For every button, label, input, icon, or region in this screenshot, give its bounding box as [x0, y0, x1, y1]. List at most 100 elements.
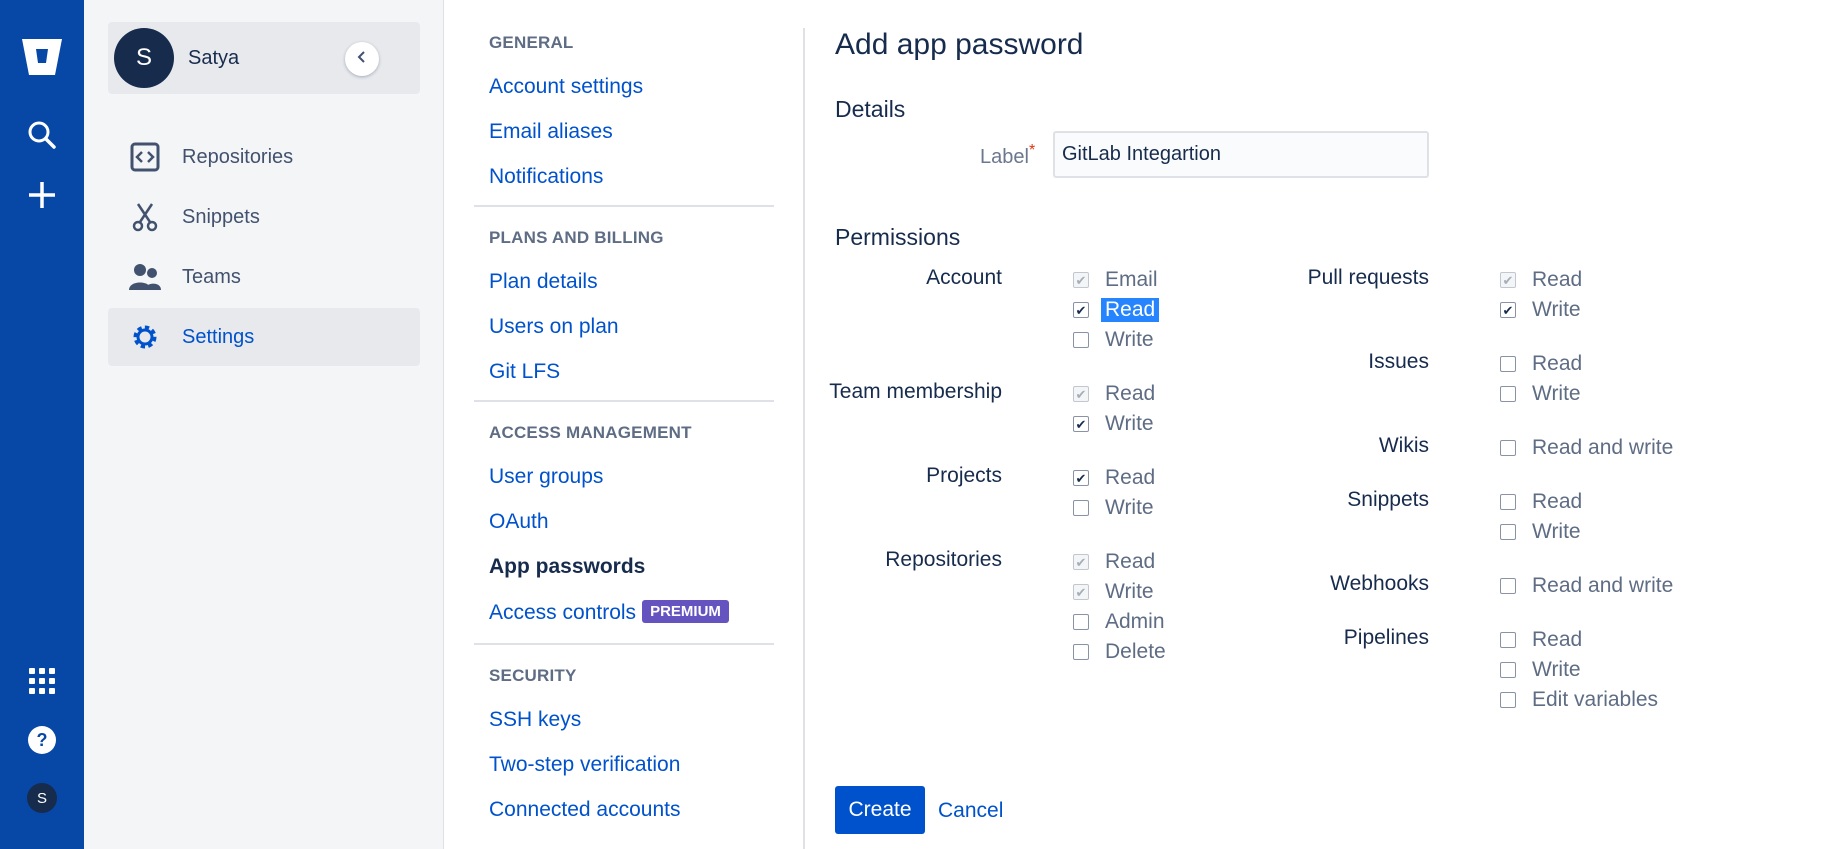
snippets-write-checkbox[interactable]: Write: [1500, 518, 1585, 546]
checkbox-box: [1500, 578, 1516, 594]
checkbox-box: [1500, 440, 1516, 456]
option-label: Read: [1532, 352, 1583, 375]
perm-group-pull-requests: Pull requests: [1307, 266, 1429, 289]
snippets-read-checkbox[interactable]: Read: [1500, 488, 1586, 516]
premium-badge: PREMIUM: [642, 600, 729, 623]
label-input[interactable]: [1053, 131, 1429, 178]
checkbox-box: [1073, 500, 1089, 516]
nav-link-plan-details[interactable]: Plan details: [489, 270, 598, 294]
option-label: Write: [1105, 580, 1154, 603]
nav-link-ssh-keys[interactable]: SSH keys: [489, 708, 581, 732]
divider: [803, 28, 805, 849]
webhooks-read-and-write-checkbox[interactable]: Read and write: [1500, 572, 1677, 600]
team-membership-read-checkbox[interactable]: ✔ Read: [1073, 380, 1159, 408]
issues-write-checkbox[interactable]: Write: [1500, 380, 1585, 408]
sidebar-item-repositories[interactable]: Repositories: [108, 128, 420, 186]
gear-icon: [128, 320, 162, 354]
add-app-password-form: Add app password Details Label* Permissi…: [829, 0, 1838, 849]
avatar-initial: S: [25, 781, 59, 815]
projects-write-checkbox[interactable]: Write: [1073, 494, 1158, 522]
search-icon[interactable]: [16, 109, 68, 161]
divider: [474, 400, 774, 402]
nav-link-users-on-plan[interactable]: Users on plan: [489, 315, 619, 339]
required-asterisk: *: [1028, 142, 1036, 159]
repository-icon: [128, 140, 162, 174]
sidebar-item-settings[interactable]: Settings: [108, 308, 420, 366]
projects-read-checkbox[interactable]: ✔ Read: [1073, 464, 1159, 492]
cancel-button[interactable]: Cancel: [938, 799, 1003, 823]
nav-link-app-passwords[interactable]: App passwords: [489, 555, 645, 579]
checkbox-box: [1500, 524, 1516, 540]
nav-link-account-settings[interactable]: Account settings: [489, 75, 643, 99]
team-membership-write-checkbox[interactable]: ✔ Write: [1073, 410, 1158, 438]
settings-nav: GENERAL Account settings Email aliases N…: [474, 0, 774, 849]
nav-link-oauth[interactable]: OAuth: [489, 510, 549, 534]
perm-group-team-membership: Team membership: [829, 380, 1002, 403]
option-label: Read: [1532, 490, 1583, 513]
nav-link-git-lfs[interactable]: Git LFS: [489, 360, 560, 384]
perm-group-snippets: Snippets: [1347, 488, 1429, 511]
repositories-read-checkbox[interactable]: ✔ Read: [1073, 548, 1159, 576]
nav-link-two-step-verification[interactable]: Two-step verification: [489, 753, 680, 777]
help-icon[interactable]: ?: [16, 714, 68, 766]
app-switcher-icon[interactable]: [16, 655, 68, 707]
nav-heading-access-management: ACCESS MANAGEMENT: [489, 423, 692, 442]
checkbox-box: ✔: [1073, 554, 1089, 570]
nav-link-connected-accounts[interactable]: Connected accounts: [489, 798, 680, 822]
checkbox-box: [1073, 614, 1089, 630]
plus-icon[interactable]: [16, 169, 68, 221]
perm-group-account: Account: [926, 266, 1002, 289]
permissions-heading: Permissions: [835, 224, 961, 250]
create-button[interactable]: Create: [835, 786, 925, 834]
option-label: Write: [1105, 328, 1154, 351]
repositories-admin-checkbox[interactable]: Admin: [1073, 608, 1169, 636]
bitbucket-logo-icon[interactable]: [16, 30, 68, 82]
sidebar-item-snippets[interactable]: Snippets: [108, 188, 420, 246]
nav-heading-general: GENERAL: [489, 33, 574, 52]
pipelines-read-checkbox[interactable]: Read: [1500, 626, 1586, 654]
nav-link-label: Access controls: [489, 601, 637, 624]
divider: [474, 205, 774, 207]
pipelines-edit-variables-checkbox[interactable]: Edit variables: [1500, 686, 1662, 714]
option-label: Read: [1105, 466, 1156, 489]
wikis-read-and-write-checkbox[interactable]: Read and write: [1500, 434, 1677, 462]
chevron-left-icon: [356, 50, 368, 68]
option-label: Read: [1101, 298, 1160, 322]
repositories-write-checkbox[interactable]: ✔ Write: [1073, 578, 1158, 606]
global-nav: ? S: [0, 0, 84, 849]
sidebar-item-teams[interactable]: Teams: [108, 248, 420, 306]
checkbox-box: ✔: [1073, 416, 1089, 432]
checkbox-box: [1500, 494, 1516, 510]
nav-link-notifications[interactable]: Notifications: [489, 165, 603, 189]
account-read-checkbox[interactable]: ✔ Read: [1073, 296, 1160, 324]
snippets-scissors-icon: [128, 200, 162, 234]
pipelines-write-checkbox[interactable]: Write: [1500, 656, 1585, 684]
checkbox-box: ✔: [1073, 302, 1089, 318]
option-label: Email: [1105, 268, 1158, 291]
sidebar-item-label: Teams: [182, 265, 241, 288]
checkbox-box: ✔: [1073, 584, 1089, 600]
sidebar-item-label: Repositories: [182, 145, 294, 168]
nav-link-email-aliases[interactable]: Email aliases: [489, 120, 613, 144]
repositories-delete-checkbox[interactable]: Delete: [1073, 638, 1170, 666]
user-name: Satya: [188, 46, 240, 69]
issues-read-checkbox[interactable]: Read: [1500, 350, 1586, 378]
pull-requests-read-checkbox[interactable]: ✔ Read: [1500, 266, 1586, 294]
profile-avatar[interactable]: S: [16, 772, 68, 824]
account-write-checkbox[interactable]: Write: [1073, 326, 1158, 354]
checkbox-box: ✔: [1500, 272, 1516, 288]
nav-link-user-groups[interactable]: User groups: [489, 465, 603, 489]
pull-requests-write-checkbox[interactable]: ✔ Write: [1500, 296, 1585, 324]
nav-link-access-controls[interactable]: Access controls PREMIUM: [489, 600, 729, 625]
account-email-checkbox[interactable]: ✔ Email: [1073, 266, 1162, 294]
collapse-sidebar-button[interactable]: [345, 42, 379, 76]
label-text: Label: [980, 146, 1029, 168]
option-label: Write: [1532, 520, 1581, 543]
checkbox-box: ✔: [1073, 272, 1089, 288]
sidebar-item-label: Settings: [182, 325, 255, 348]
nav-heading-plans-and-billing: PLANS AND BILLING: [489, 228, 664, 247]
option-label: Write: [1532, 658, 1581, 681]
checkbox-box: [1500, 356, 1516, 372]
option-label: Edit variables: [1532, 688, 1659, 711]
divider: [474, 643, 774, 645]
